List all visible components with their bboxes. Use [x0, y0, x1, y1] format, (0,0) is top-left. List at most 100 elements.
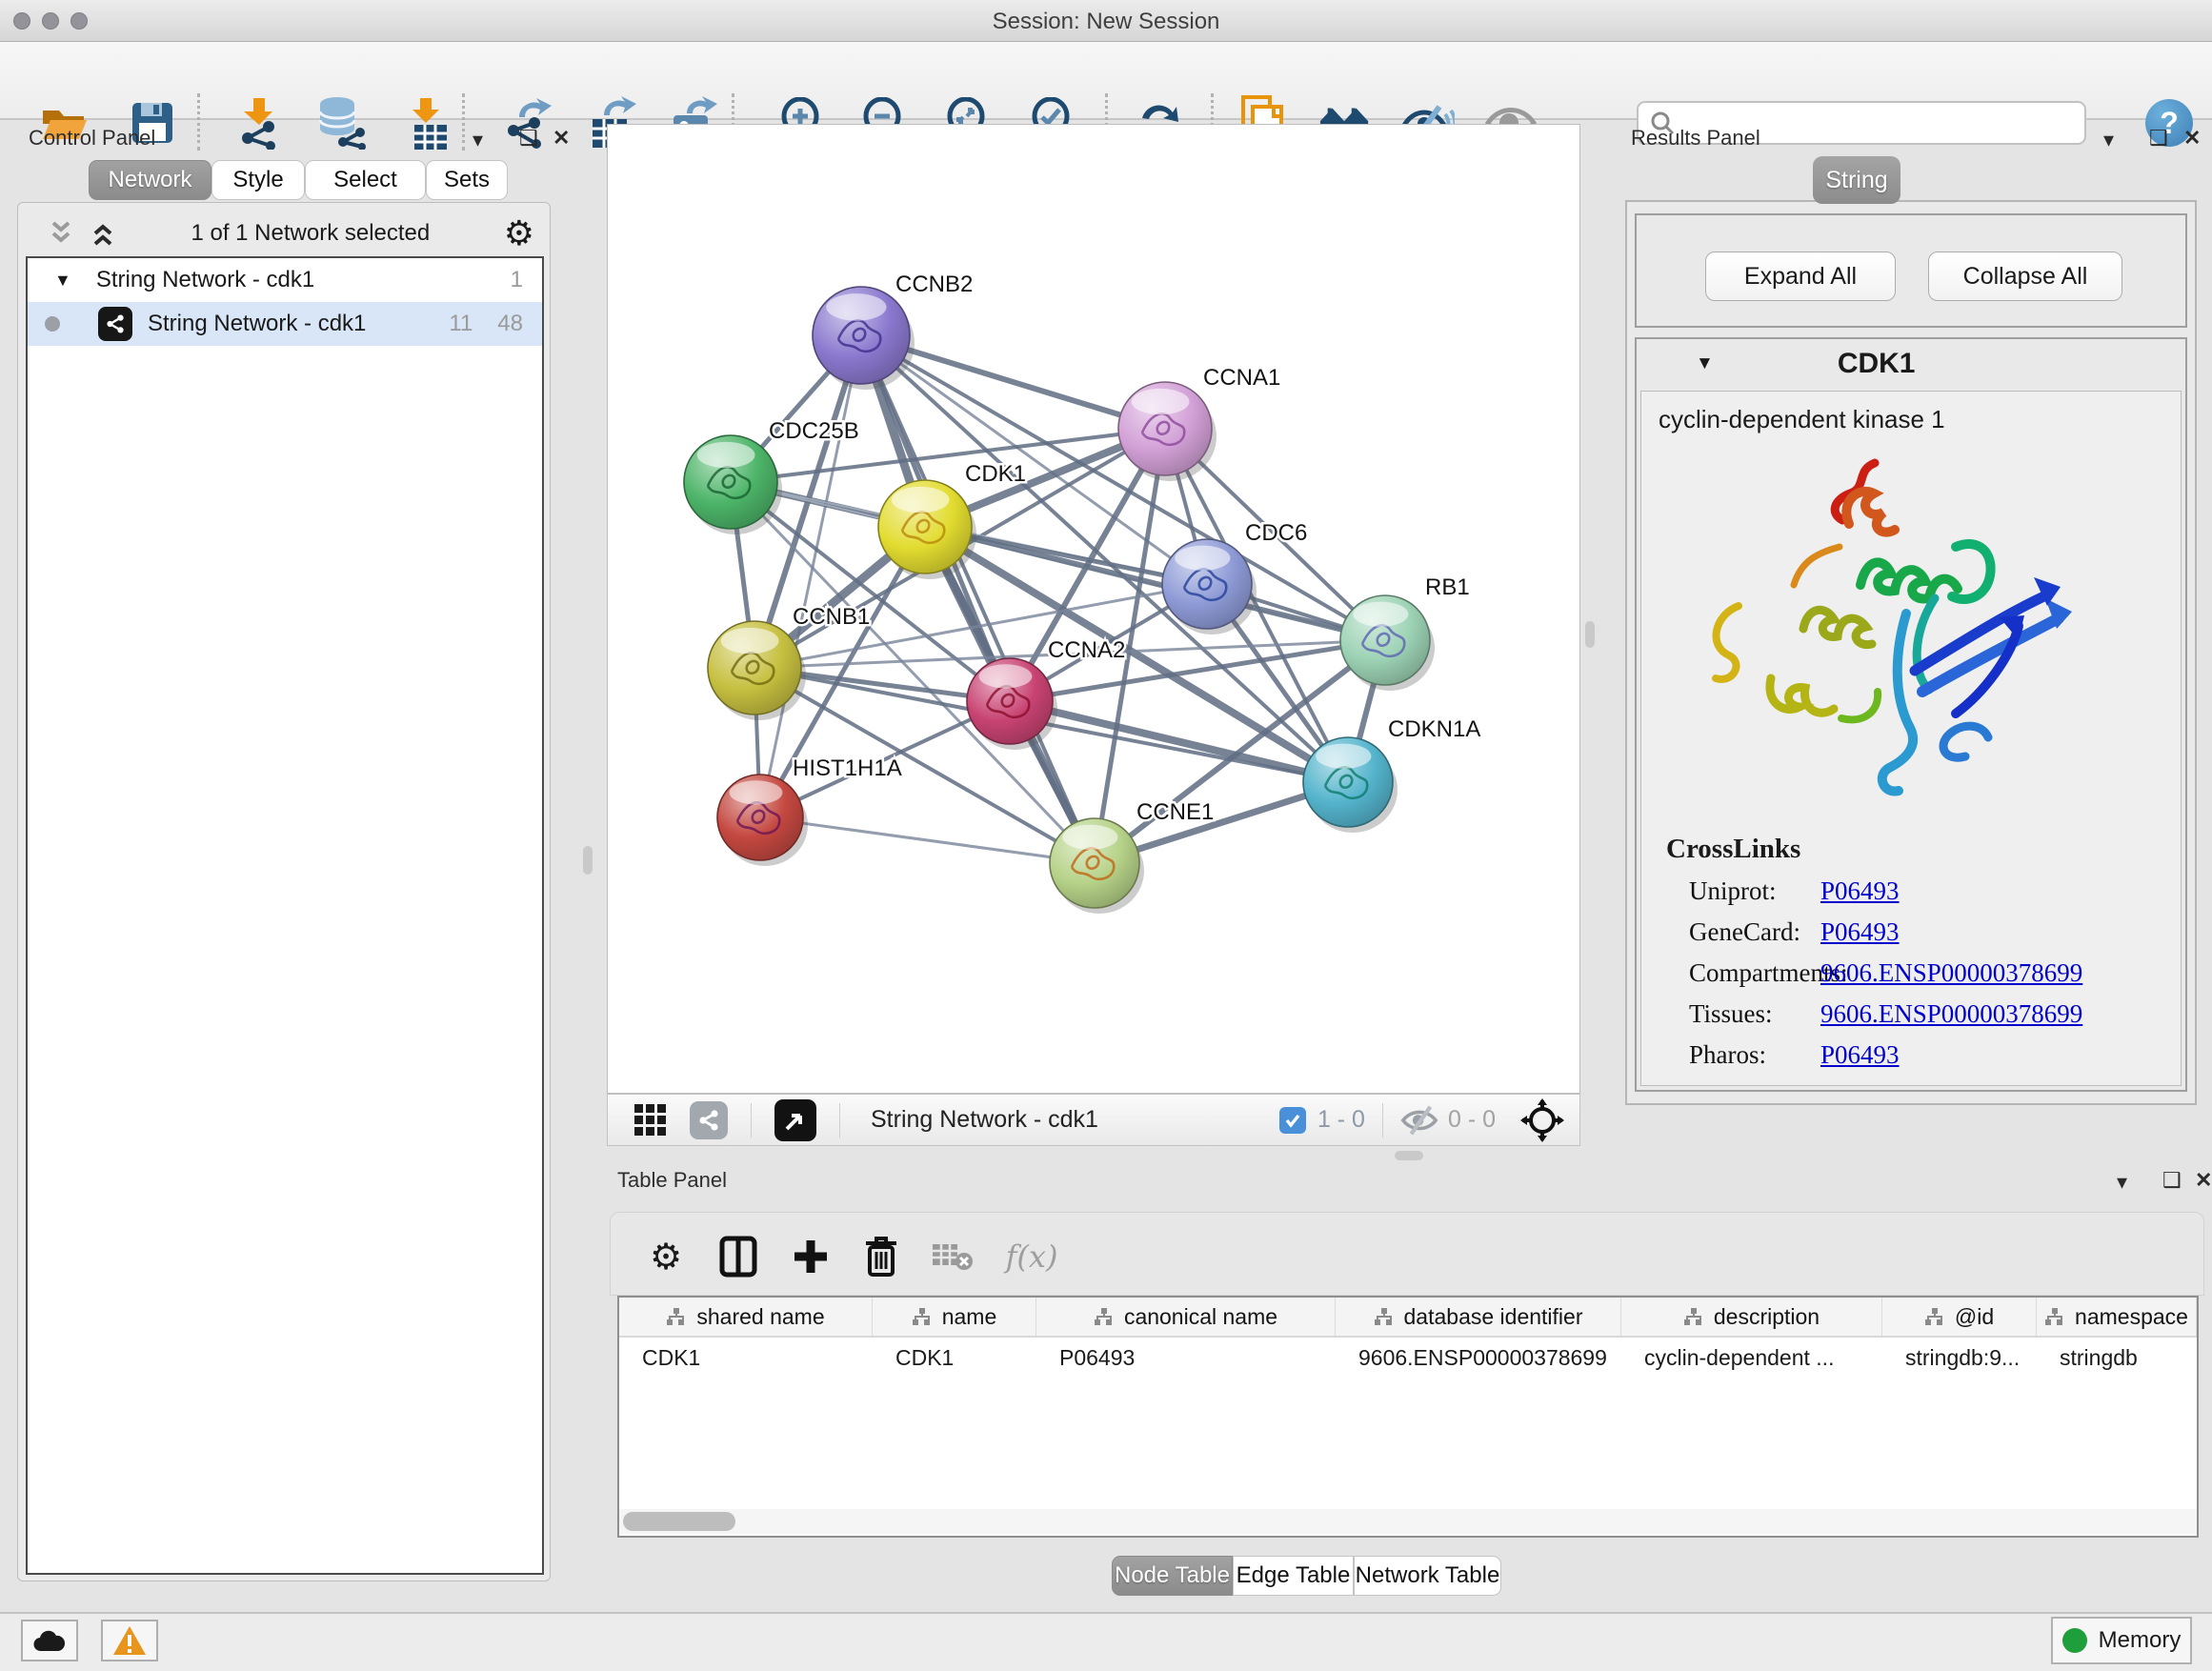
- crosslink-link[interactable]: P06493: [1820, 917, 1900, 947]
- crosslink-link[interactable]: 9606.ENSP00000378699: [1820, 958, 2082, 988]
- cdk1-entry: ▼ CDK1 cyclin-dependent kinase 1: [1635, 337, 2187, 1092]
- string-network-graph[interactable]: CCNB2CCNA1CDC25BCDK1CDC6RB1CCNB1CCNA2CDK…: [608, 125, 1579, 1093]
- network-node-label: CCNE1: [1136, 799, 1214, 825]
- column-tree-icon: [1924, 1307, 1945, 1326]
- collapse-all-chevron-icon[interactable]: [47, 219, 75, 248]
- network-node-count: 11: [449, 311, 473, 337]
- network-edge[interactable]: [861, 335, 1095, 863]
- entry-expand-arrow-icon[interactable]: ▼: [1696, 353, 1714, 374]
- left-splitter-handle[interactable]: [583, 846, 593, 875]
- network-canvas[interactable]: CCNB2CCNA1CDC25BCDK1CDC6RB1CCNB1CCNA2CDK…: [607, 124, 1580, 1094]
- network-node-label: CCNA1: [1203, 365, 1280, 391]
- fit-content-crosshair-icon[interactable]: [1520, 1098, 1564, 1142]
- network-node-cdk1[interactable]: CDK1: [878, 461, 1026, 579]
- table-body: CDK1CDK1P064939606.ENSP00000378699cyclin…: [619, 1338, 2197, 1378]
- network-node-label: HIST1H1A: [793, 755, 902, 781]
- expand-all-button[interactable]: Expand All: [1705, 252, 1896, 301]
- column-header-name[interactable]: name: [873, 1298, 1036, 1336]
- collapse-all-button[interactable]: Collapse All: [1928, 252, 2122, 301]
- crosslink-link[interactable]: 9606.ENSP00000378699: [1820, 999, 2082, 1029]
- network-node-ccna1[interactable]: CCNA1: [1118, 365, 1280, 481]
- cdk1-entry-header[interactable]: ▼ CDK1: [1637, 339, 2185, 389]
- network-node-label: CCNB1: [793, 604, 870, 630]
- selected-checkbox-icon[interactable]: [1279, 1107, 1306, 1134]
- detach-view-icon[interactable]: [774, 1099, 816, 1141]
- panel-close-icon[interactable]: ✕: [2183, 128, 2201, 149]
- column-header-database-identifier[interactable]: database identifier: [1336, 1298, 1621, 1336]
- table-horizontal-scrollbar[interactable]: [619, 1509, 2197, 1534]
- string-network-icon: [98, 307, 132, 341]
- table-cell[interactable]: stringdb: [2037, 1338, 2197, 1378]
- create-column-plus-icon[interactable]: [784, 1230, 837, 1283]
- table-panel-title: Table Panel: [617, 1168, 727, 1193]
- table-cell[interactable]: CDK1: [873, 1338, 1036, 1378]
- delete-table-icon[interactable]: [925, 1230, 978, 1283]
- table-row[interactable]: CDK1CDK1P064939606.ENSP00000378699cyclin…: [619, 1338, 2197, 1378]
- collection-count: 1: [511, 267, 523, 293]
- network-collection-row[interactable]: ▼ String Network - cdk1 1: [28, 258, 542, 302]
- table-cell[interactable]: P06493: [1036, 1338, 1336, 1378]
- network-node-rb1[interactable]: RB1: [1340, 574, 1470, 691]
- tab-select[interactable]: Select: [305, 160, 426, 200]
- panel-menu-arrow-icon[interactable]: ▾: [473, 130, 483, 151]
- grid-view-icon[interactable]: [633, 1102, 669, 1138]
- crosslink-row: Pharos: P06493: [1641, 1040, 2181, 1070]
- warnings-button[interactable]: [101, 1620, 158, 1661]
- crosslink-link[interactable]: P06493: [1820, 1040, 1900, 1070]
- tab-sets[interactable]: Sets: [426, 160, 508, 200]
- column-header-label: description: [1714, 1304, 1820, 1330]
- memory-button[interactable]: Memory: [2051, 1617, 2192, 1664]
- column-tree-icon: [2044, 1307, 2065, 1326]
- show-column-selector-icon[interactable]: [712, 1230, 765, 1283]
- crosslink-link[interactable]: P06493: [1820, 876, 1900, 906]
- network-edge[interactable]: [760, 335, 861, 817]
- network-edge[interactable]: [760, 817, 1095, 863]
- tab-string[interactable]: String: [1813, 156, 1900, 204]
- panel-close-icon[interactable]: ✕: [2195, 1170, 2212, 1191]
- right-splitter-handle[interactable]: [1585, 621, 1595, 648]
- table-cell[interactable]: CDK1: [619, 1338, 873, 1378]
- network-node-ccnb2[interactable]: CCNB2: [813, 272, 973, 390]
- tab-network-table[interactable]: Network Table: [1354, 1556, 1501, 1596]
- network-node-cdkn1a[interactable]: CDKN1A: [1303, 716, 1480, 833]
- table-options-gear-icon[interactable]: ⚙: [639, 1230, 693, 1283]
- column-header-description[interactable]: description: [1621, 1298, 1882, 1336]
- collection-expand-arrow-icon[interactable]: ▼: [54, 271, 71, 291]
- delete-column-trash-icon[interactable]: [855, 1230, 908, 1283]
- column-tree-icon: [1094, 1307, 1115, 1326]
- cloud-status-button[interactable]: [21, 1620, 78, 1661]
- table-cell[interactable]: cyclin-dependent ...: [1621, 1338, 1882, 1378]
- bottom-splitter-handle[interactable]: [1395, 1151, 1423, 1160]
- network-share-icon[interactable]: [690, 1101, 728, 1139]
- panel-menu-arrow-icon[interactable]: ▾: [2103, 130, 2114, 151]
- window-title: Session: New Session: [0, 9, 2212, 35]
- hidden-eye-slash-icon[interactable]: [1400, 1105, 1438, 1136]
- panel-float-icon[interactable]: ❑: [519, 128, 538, 149]
- network-edge-count: 48: [497, 311, 523, 337]
- panel-close-icon[interactable]: ✕: [553, 128, 570, 149]
- column-header-canonical-name[interactable]: canonical name: [1036, 1298, 1336, 1336]
- column-header-namespace[interactable]: namespace: [2037, 1298, 2197, 1336]
- network-options-gear-icon[interactable]: ⚙: [504, 214, 534, 253]
- panel-float-icon[interactable]: ❑: [2162, 1170, 2182, 1191]
- panel-menu-arrow-icon[interactable]: ▾: [2117, 1172, 2127, 1193]
- function-builder-button[interactable]: f(x): [994, 1230, 1070, 1283]
- scrollbar-thumb[interactable]: [623, 1512, 735, 1531]
- table-cell[interactable]: 9606.ENSP00000378699: [1336, 1338, 1621, 1378]
- network-node-hist1h1a[interactable]: HIST1H1A: [717, 755, 902, 866]
- network-view-title: String Network - cdk1: [871, 1106, 1098, 1134]
- tab-network[interactable]: Network: [89, 160, 211, 200]
- column-header--id[interactable]: @id: [1882, 1298, 2037, 1336]
- tab-style[interactable]: Style: [211, 160, 305, 200]
- column-header-shared-name[interactable]: shared name: [619, 1298, 873, 1336]
- network-manager-box: 1 of 1 Network selected ⚙ ▼ String Netwo…: [17, 202, 551, 1581]
- column-tree-icon: [666, 1307, 687, 1326]
- network-row[interactable]: String Network - cdk1 11 48: [28, 302, 542, 346]
- table-cell[interactable]: stringdb:9...: [1882, 1338, 2037, 1378]
- panel-float-icon[interactable]: ❑: [2149, 128, 2168, 149]
- tab-node-table[interactable]: Node Table: [1112, 1556, 1233, 1596]
- table-tabs: Node TableEdge TableNetwork Table: [1112, 1556, 1501, 1596]
- expand-all-chevron-icon[interactable]: [89, 219, 117, 248]
- column-header-label: database identifier: [1404, 1304, 1583, 1330]
- tab-edge-table[interactable]: Edge Table: [1233, 1556, 1354, 1596]
